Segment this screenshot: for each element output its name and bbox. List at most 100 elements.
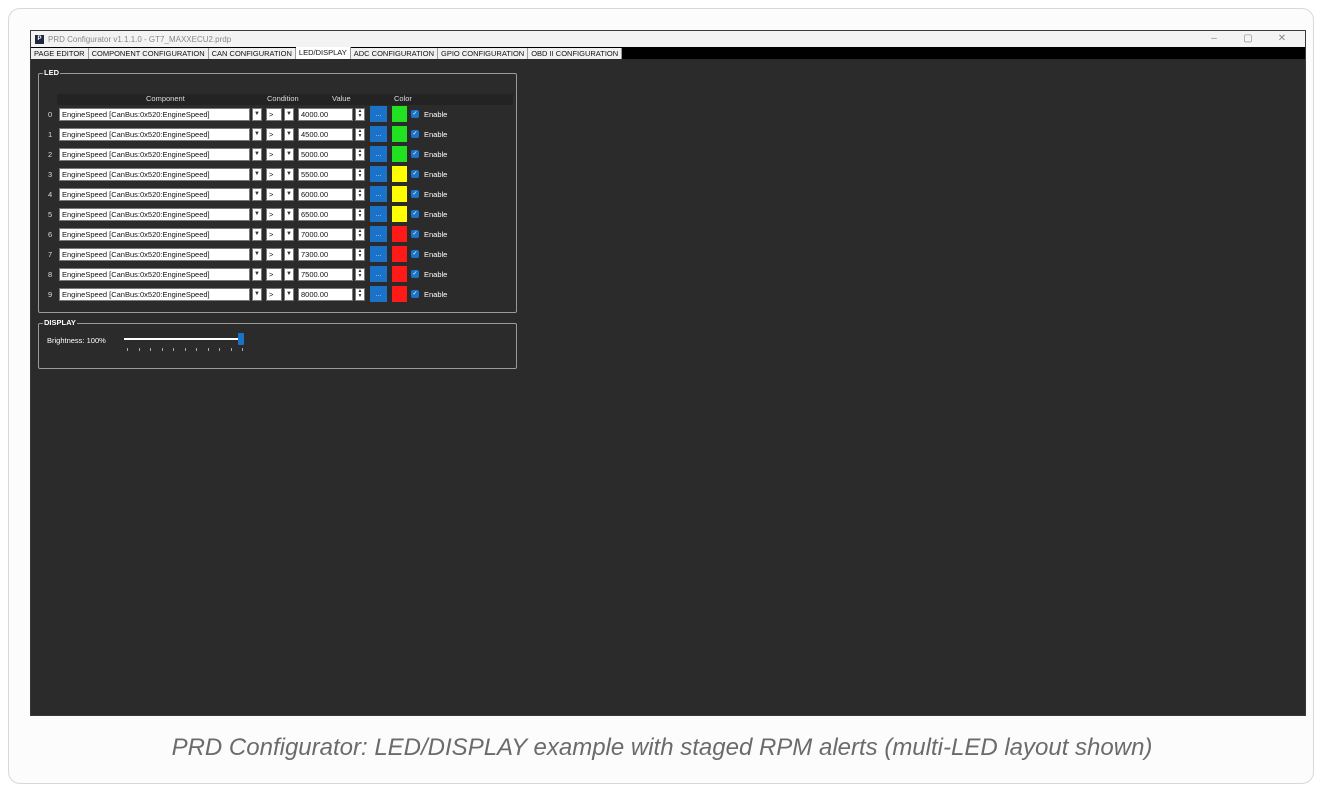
chevron-down-icon[interactable]: ▼ (252, 108, 262, 121)
chevron-down-icon[interactable]: ▼ (284, 168, 294, 181)
enable-checkbox[interactable]: ✓ (411, 270, 419, 278)
component-select[interactable]: EngineSpeed [CanBus:0x520:EngineSpeed] (59, 108, 250, 121)
tab-component-configuration[interactable]: COMPONENT CONFIGURATION (88, 48, 209, 59)
component-select[interactable]: EngineSpeed [CanBus:0x520:EngineSpeed] (59, 228, 250, 241)
chevron-down-icon[interactable]: ▼ (252, 288, 262, 301)
value-spinner[interactable]: ▲ ▼ (355, 148, 365, 161)
value-spinner[interactable]: ▲ ▼ (355, 288, 365, 301)
condition-select[interactable]: > (266, 248, 282, 261)
tab-obd2-configuration[interactable]: OBD II CONFIGURATION (528, 48, 623, 59)
chevron-down-icon[interactable]: ▼ (284, 148, 294, 161)
chevron-down-icon[interactable]: ▼ (284, 108, 294, 121)
tab-page-editor[interactable]: PAGE EDITOR (31, 48, 89, 59)
tab-led-display[interactable]: LED/DISPLAY (295, 47, 351, 59)
slider-tick (138, 348, 140, 351)
chevron-down-icon[interactable]: ▼ (252, 148, 262, 161)
value-input[interactable]: 4500.00 (298, 128, 353, 141)
component-select[interactable]: EngineSpeed [CanBus:0x520:EngineSpeed] (59, 168, 250, 181)
value-input[interactable]: 5500.00 (298, 168, 353, 181)
color-picker-button[interactable]: ... (370, 206, 387, 222)
enable-checkbox[interactable]: ✓ (411, 290, 419, 298)
value-input[interactable]: 6500.00 (298, 208, 353, 221)
color-picker-button[interactable]: ... (370, 126, 387, 142)
value-input[interactable]: 4000.00 (298, 108, 353, 121)
component-select[interactable]: EngineSpeed [CanBus:0x520:EngineSpeed] (59, 248, 250, 261)
color-picker-button[interactable]: ... (370, 106, 387, 122)
enable-label: Enable (424, 270, 448, 279)
chevron-down-icon[interactable]: ▼ (252, 228, 262, 241)
chevron-down-icon[interactable]: ▼ (252, 188, 262, 201)
color-picker-button[interactable]: ... (370, 266, 387, 282)
close-button[interactable]: ✕ (1265, 31, 1299, 47)
chevron-down-icon[interactable]: ▼ (252, 208, 262, 221)
brightness-slider-track[interactable] (124, 338, 244, 340)
chevron-down-icon[interactable]: ▼ (284, 268, 294, 281)
color-picker-button[interactable]: ... (370, 186, 387, 202)
value-spinner[interactable]: ▲ ▼ (355, 208, 365, 221)
chevron-down-icon[interactable]: ▼ (284, 188, 294, 201)
chevron-down-icon[interactable]: ▼ (252, 248, 262, 261)
value-spinner[interactable]: ▲ ▼ (355, 128, 365, 141)
condition-select[interactable]: > (266, 188, 282, 201)
restore-button[interactable]: ▢ (1231, 31, 1265, 47)
value-spinner[interactable]: ▲ ▼ (355, 168, 365, 181)
value-input[interactable]: 7500.00 (298, 268, 353, 281)
tab-can-configuration[interactable]: CAN CONFIGURATION (208, 48, 296, 59)
enable-checkbox[interactable]: ✓ (411, 210, 419, 218)
chevron-down-icon[interactable]: ▼ (284, 288, 294, 301)
color-picker-button[interactable]: ... (370, 226, 387, 242)
chevron-down-icon[interactable]: ▼ (252, 268, 262, 281)
enable-label: Enable (424, 210, 448, 219)
color-picker-button[interactable]: ... (370, 246, 387, 262)
value-spinner[interactable]: ▲ ▼ (355, 108, 365, 121)
condition-select[interactable]: > (266, 128, 282, 141)
value-input[interactable]: 5000.00 (298, 148, 353, 161)
value-spinner[interactable]: ▲ ▼ (355, 268, 365, 281)
value-input[interactable]: 7000.00 (298, 228, 353, 241)
chevron-down-icon[interactable]: ▼ (252, 128, 262, 141)
color-picker-button[interactable]: ... (370, 166, 387, 182)
chevron-down-icon[interactable]: ▼ (284, 248, 294, 261)
value-input[interactable]: 6000.00 (298, 188, 353, 201)
value-spinner[interactable]: ▲ ▼ (355, 228, 365, 241)
condition-select[interactable]: > (266, 288, 282, 301)
condition-select[interactable]: > (266, 168, 282, 181)
display-group: DISPLAY Brightness: 100% (38, 318, 517, 369)
enable-checkbox[interactable]: ✓ (411, 110, 419, 118)
color-picker-button[interactable]: ... (370, 146, 387, 162)
condition-select[interactable]: > (266, 268, 282, 281)
value-input[interactable]: 8000.00 (298, 288, 353, 301)
color-picker-button[interactable]: ... (370, 286, 387, 302)
value-spinner[interactable]: ▲ ▼ (355, 248, 365, 261)
value-spinner[interactable]: ▲ ▼ (355, 188, 365, 201)
chevron-down-icon[interactable]: ▼ (252, 168, 262, 181)
tab-adc-configuration[interactable]: ADC CONFIGURATION (350, 48, 439, 59)
brightness-slider-thumb[interactable] (238, 333, 244, 345)
chevron-down-icon[interactable]: ▼ (284, 128, 294, 141)
enable-checkbox[interactable]: ✓ (411, 230, 419, 238)
led-row: 8 EngineSpeed [CanBus:0x520:EngineSpeed] ▼… (39, 266, 509, 282)
condition-select[interactable]: > (266, 148, 282, 161)
enable-label: Enable (424, 250, 448, 259)
condition-select[interactable]: > (266, 108, 282, 121)
enable-checkbox[interactable]: ✓ (411, 190, 419, 198)
condition-select[interactable]: > (266, 228, 282, 241)
chevron-down-icon[interactable]: ▼ (284, 228, 294, 241)
enable-label: Enable (424, 190, 448, 199)
enable-checkbox[interactable]: ✓ (411, 250, 419, 258)
value-input[interactable]: 7300.00 (298, 248, 353, 261)
component-select[interactable]: EngineSpeed [CanBus:0x520:EngineSpeed] (59, 208, 250, 221)
minimize-button[interactable]: – (1197, 31, 1231, 47)
condition-select[interactable]: > (266, 208, 282, 221)
chevron-down-icon[interactable]: ▼ (284, 208, 294, 221)
color-swatch (392, 266, 407, 282)
enable-checkbox[interactable]: ✓ (411, 170, 419, 178)
component-select[interactable]: EngineSpeed [CanBus:0x520:EngineSpeed] (59, 148, 250, 161)
component-select[interactable]: EngineSpeed [CanBus:0x520:EngineSpeed] (59, 268, 250, 281)
component-select[interactable]: EngineSpeed [CanBus:0x520:EngineSpeed] (59, 288, 250, 301)
enable-checkbox[interactable]: ✓ (411, 130, 419, 138)
tab-gpio-configuration[interactable]: GPIO CONFIGURATION (438, 48, 529, 59)
component-select[interactable]: EngineSpeed [CanBus:0x520:EngineSpeed] (59, 128, 250, 141)
component-select[interactable]: EngineSpeed [CanBus:0x520:EngineSpeed] (59, 188, 250, 201)
enable-checkbox[interactable]: ✓ (411, 150, 419, 158)
